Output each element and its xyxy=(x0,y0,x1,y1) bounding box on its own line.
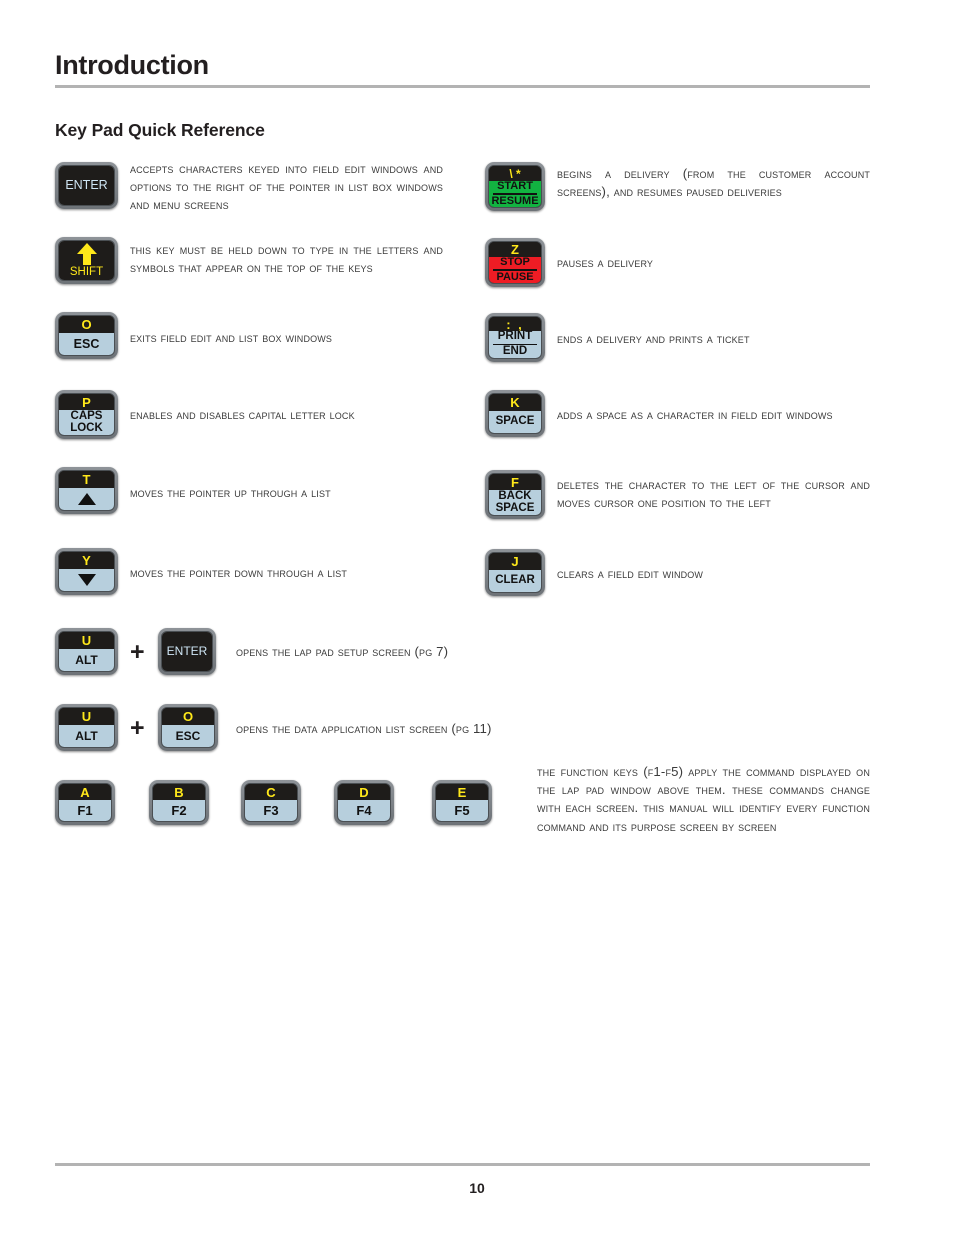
key-clear: J CLEAR xyxy=(485,549,545,596)
key-f1-label: F1 xyxy=(77,802,93,818)
key-start-resume-description: Begins a delivery (from the customer acc… xyxy=(557,166,870,200)
key-down-arrow: Y xyxy=(55,548,118,595)
key-f3: C F3 xyxy=(241,780,301,825)
key-start-resume-top-char: \ * xyxy=(489,166,541,182)
key-esc: O ESC xyxy=(55,312,118,359)
key-back-space-description: Deletes the character to the left of the… xyxy=(557,477,870,511)
key-shift-label: SHIFT xyxy=(69,265,104,278)
key-up-arrow-description: Moves the pointer up through a list xyxy=(130,485,331,500)
key-f4-top-char: D xyxy=(338,784,390,800)
key-down-arrow-description: Moves the pointer down through a list xyxy=(130,565,348,580)
key-f5-label: F5 xyxy=(454,802,470,818)
key-alt-2-top-char: U xyxy=(59,708,114,725)
key-alt-1: U ALT xyxy=(55,628,118,675)
title-divider xyxy=(55,85,870,88)
key-back-space: F BACK SPACE xyxy=(485,470,545,519)
key-caps-lock-top-char: P xyxy=(59,394,114,410)
key-esc-combo-label: ESC xyxy=(175,728,201,743)
key-resume-label: RESUME xyxy=(491,194,539,207)
key-print-end-top-char: : , xyxy=(489,317,541,332)
key-space-description: Adds a space as a character in field edi… xyxy=(557,407,833,422)
key-shift-description: This key must be held down to type in th… xyxy=(130,242,443,276)
key-caps-lock-label-2: LOCK xyxy=(70,421,103,434)
key-space-top-char: K xyxy=(489,394,541,411)
function-keys-description: The Function Keys (F1-F5) apply the comm… xyxy=(537,764,870,834)
up-arrow-icon xyxy=(77,493,96,505)
key-print-end-description: Ends a delivery and prints a ticket xyxy=(557,331,750,346)
key-enter-label: ENTER xyxy=(59,166,114,205)
combo-plus-2: + xyxy=(130,714,145,742)
key-down-arrow-top-char: Y xyxy=(59,552,114,569)
key-stop-label: STOP xyxy=(500,256,530,269)
combo-1-description: Opens the Lap Pad Setup screen (pg 7) xyxy=(236,644,449,659)
key-end-label: END xyxy=(502,345,528,358)
key-caps-lock-description: Enables and disables capital letter lock xyxy=(130,407,355,422)
key-f5: E F5 xyxy=(432,780,492,825)
key-enter-combo-label: ENTER xyxy=(162,632,212,671)
key-alt-2-label: ALT xyxy=(75,728,98,743)
key-pause-label: PAUSE xyxy=(496,270,534,283)
key-clear-label: CLEAR xyxy=(495,574,535,587)
key-stop-pause-top-char: Z xyxy=(489,242,541,258)
page-title: Introduction xyxy=(55,50,209,80)
key-alt-1-top-char: U xyxy=(59,632,114,649)
key-f5-top-char: E xyxy=(436,784,488,800)
key-f2-label: F2 xyxy=(171,802,187,818)
key-space2-label: SPACE xyxy=(495,501,535,514)
key-shift: SHIFT xyxy=(55,237,118,284)
key-f2-top-char: B xyxy=(153,784,205,800)
key-esc-top-char: O xyxy=(59,316,114,333)
key-back-space-top-char: F xyxy=(489,474,541,490)
key-start-label: START xyxy=(497,180,533,193)
key-esc-description: Exits field edit and list box windows xyxy=(130,330,333,345)
key-esc-label: ESC xyxy=(73,336,100,351)
key-stop-pause: Z STOP PAUSE xyxy=(485,238,545,287)
key-enter-description: Accepts characters keyed into field edit… xyxy=(130,161,443,213)
key-stop-pause-description: pauses a delivery xyxy=(557,255,654,270)
key-back-label: BACK xyxy=(498,489,532,502)
key-clear-top-char: J xyxy=(489,553,541,570)
key-up-arrow: T xyxy=(55,467,118,514)
page-number: 10 xyxy=(469,1180,485,1196)
key-f1-top-char: A xyxy=(59,784,111,800)
combo-plus-1: + xyxy=(130,638,145,666)
page: Introduction Key Pad Quick Reference ENT… xyxy=(0,0,954,1235)
key-enter-combo: ENTER xyxy=(158,628,216,675)
key-space-label: SPACE xyxy=(495,415,535,428)
key-f4: D F4 xyxy=(334,780,394,825)
section-title: Key Pad Quick Reference xyxy=(55,120,265,140)
key-alt-1-label: ALT xyxy=(75,652,98,667)
key-print-label: PRINT xyxy=(497,330,533,343)
key-f3-label: F3 xyxy=(263,802,279,818)
key-clear-description: Clears a field edit window xyxy=(557,566,704,581)
key-up-arrow-top-char: T xyxy=(59,471,114,488)
key-f4-label: F4 xyxy=(356,802,372,818)
key-space: K SPACE xyxy=(485,390,545,437)
key-start-resume: \ * START RESUME xyxy=(485,162,545,211)
down-arrow-icon xyxy=(77,574,96,586)
key-caps-lock-label-1: CAPS xyxy=(70,409,103,422)
key-f3-top-char: C xyxy=(245,784,297,800)
key-f2: B F2 xyxy=(149,780,209,825)
key-caps-lock: P CAPS LOCK xyxy=(55,390,118,439)
footer-divider xyxy=(55,1163,870,1166)
key-alt-2: U ALT xyxy=(55,704,118,751)
key-f1: A F1 xyxy=(55,780,115,825)
combo-2-description: Opens the Data Application List screen (… xyxy=(236,721,492,736)
shift-up-arrow-icon xyxy=(76,242,97,265)
key-esc-combo: O ESC xyxy=(158,704,218,751)
key-print-end: : , PRINT END xyxy=(485,313,545,362)
key-enter: ENTER xyxy=(55,162,118,209)
key-esc-combo-top-char: O xyxy=(162,708,214,725)
